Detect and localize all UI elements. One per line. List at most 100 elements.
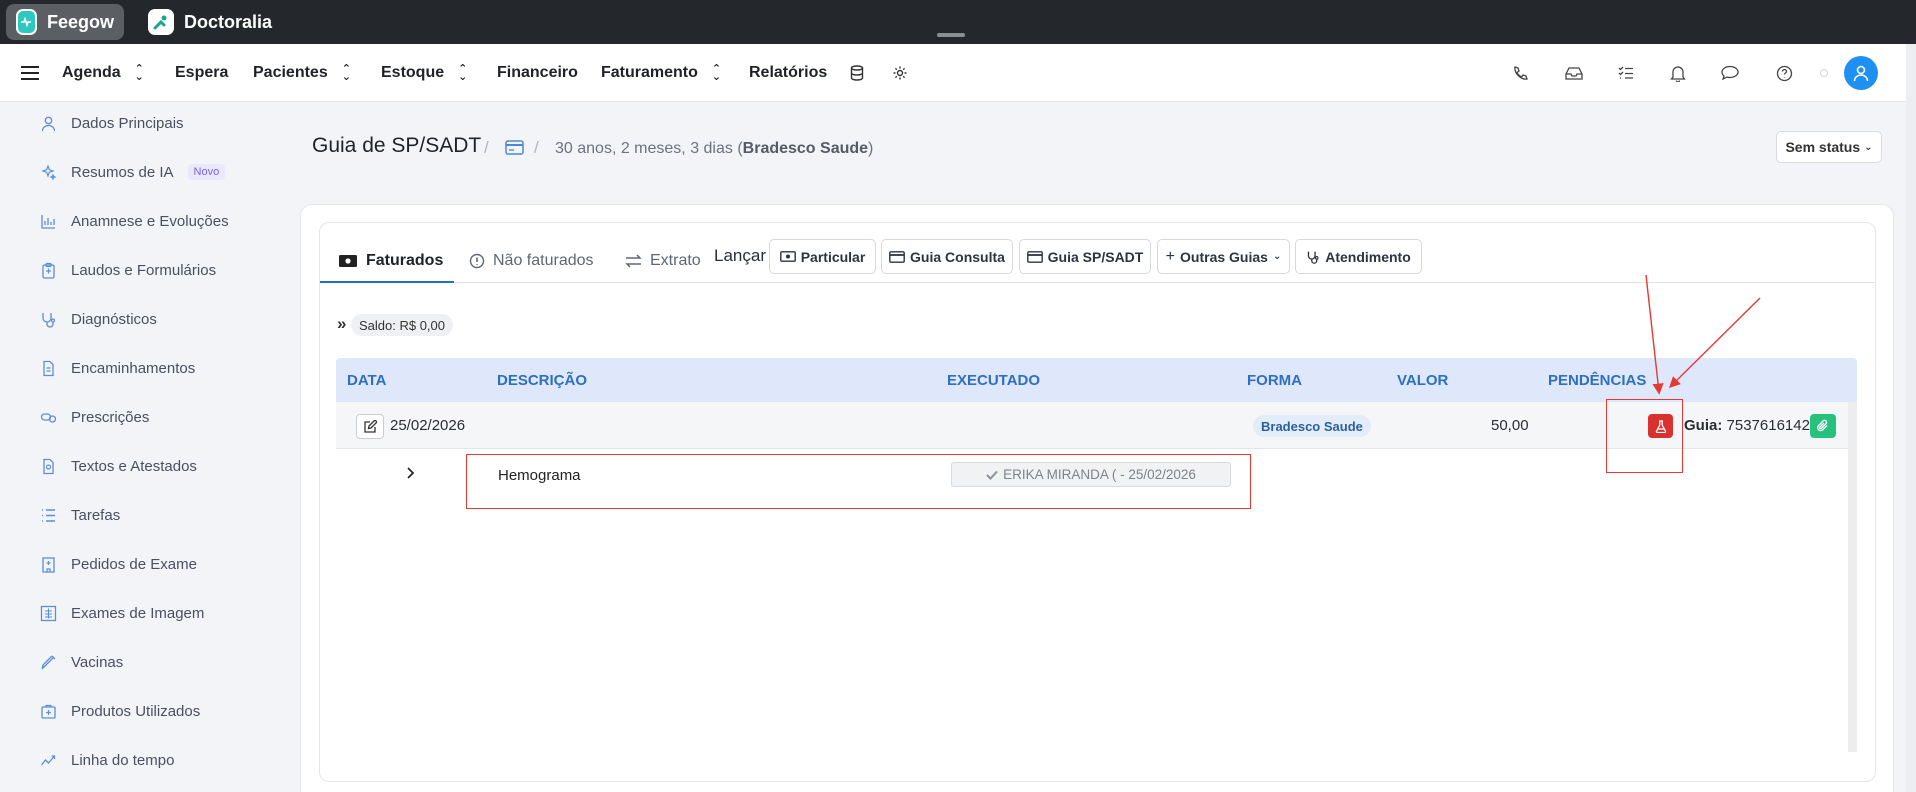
chevron-down-icon: ⌄ [1272,251,1282,262]
nav-relatorios[interactable]: Relatórios [749,44,827,102]
nav-relatorios-label: Relatórios [749,64,828,81]
sidebar-item-label: Produtos Utilizados [71,702,201,720]
user-icon [1853,65,1869,82]
bell-icon[interactable] [1666,61,1690,85]
sidebar-item-laudos[interactable]: Laudos e Formulários [40,256,216,284]
window-topbar: Feegow Doctoralia [0,0,1916,44]
user-avatar[interactable] [1844,56,1878,90]
new-badge: Novo [187,164,226,180]
hamburger-menu-icon[interactable] [18,61,42,85]
sidebar-item-label: Dados Principais [71,114,184,132]
transfer-icon [625,254,642,268]
sort-chevrons-icon: ⌃ ⌄ [458,63,468,83]
nav-faturamento-label: Faturamento [601,64,698,81]
page-title: Guia de SP/SADT [312,134,482,157]
sidebar-item-produtos[interactable]: Produtos Utilizados [40,697,200,725]
expand-saldo-toggle[interactable]: » [337,314,346,334]
outras-guias-dropdown[interactable]: + Outras Guias ⌄ [1157,239,1290,274]
sidebar-item-anamnese[interactable]: Anamnese e Evoluções [40,207,229,235]
sidebar-item-dados-principais[interactable]: Dados Principais [40,109,184,137]
sidebar-item-textos[interactable]: Textos e Atestados [40,452,197,480]
app-tab-label: Feegow [46,11,114,32]
table-scrollbar[interactable] [1848,402,1857,752]
sidebar-item-label: Resumos de IA [71,163,174,181]
expand-row-chevron-icon[interactable] [405,466,417,485]
sidebar-item-label: Encaminhamentos [71,359,196,377]
app-tab-feegow[interactable]: Feegow [6,4,124,40]
sidebar-item-linha-tempo[interactable]: Linha do tempo [40,746,174,774]
chat-icon[interactable] [1718,61,1742,85]
sidebar-item-prescricoes[interactable]: Prescrições [40,403,149,431]
column-header-data[interactable]: DATA [347,372,386,389]
sidebar-item-exames-imagem[interactable]: Exames de Imagem [40,599,204,627]
guia-info: Guia: 7537616142 [1684,417,1810,434]
nav-agenda[interactable]: Agenda ⌃ ⌄ [62,44,144,102]
clipboard-icon [42,262,55,279]
edit-button[interactable] [356,414,384,439]
annotation-box-procedure [466,454,1251,509]
tab-nao-faturados[interactable]: Não faturados [469,240,594,282]
inbox-icon[interactable] [1562,61,1586,85]
sort-chevrons-icon: ⌃ ⌄ [341,63,351,83]
atendimento-button[interactable]: Atendimento [1295,239,1422,274]
patient-age: 30 anos, 2 meses, 3 dias ( [555,140,743,157]
database-icon[interactable] [845,61,869,85]
patient-info-close: ) [868,140,874,157]
button-label: Guia Consulta [910,248,1005,265]
sidebar-item-resumos-ia[interactable]: Resumos de IA Novo [40,158,226,186]
tabs-divider [320,282,1875,283]
money-icon [779,251,796,262]
patient-sidebar: Dados Principais Resumos de IA Novo Anam… [0,102,298,792]
button-label: Atendimento [1325,248,1411,265]
app-tab-doctoralia[interactable]: Doctoralia [138,4,282,40]
stethoscope-icon [1308,251,1319,264]
hospital-icon [42,556,55,573]
tab-faturados[interactable]: Faturados [338,240,443,282]
breadcrumb-separator: / [484,138,489,157]
plus-icon: + [1165,247,1176,265]
sidebar-item-label: Prescrições [71,408,150,426]
sidebar-item-vacinas[interactable]: Vacinas [40,648,123,676]
guia-sp-sadt-button[interactable]: Guia SP/SADT [1019,239,1151,274]
column-header-pendencias[interactable]: PENDÊNCIAS [1548,372,1646,389]
breadcrumb-separator: / [534,138,539,157]
drag-handle[interactable] [937,33,965,37]
page-scrollbar[interactable] [1906,44,1916,792]
file-icon [43,360,54,376]
column-header-descricao[interactable]: DESCRIÇÃO [497,372,587,389]
column-header-valor[interactable]: VALOR [1397,372,1448,389]
sidebar-item-label: Exames de Imagem [71,604,205,622]
help-icon[interactable] [1772,61,1796,85]
attachment-button[interactable] [1810,414,1836,438]
nav-faturamento[interactable]: Faturamento ⌃ ⌄ [601,44,721,102]
edit-icon [364,419,377,433]
nav-estoque[interactable]: Estoque ⌃ ⌄ [381,44,467,102]
doctoralia-logo-icon [148,9,174,35]
credit-card-icon [889,250,905,263]
particular-button[interactable]: Particular [769,239,876,274]
tab-extrato[interactable]: Extrato [625,240,701,282]
gear-icon[interactable] [888,61,912,85]
sidebar-item-encaminhamentos[interactable]: Encaminhamentos [40,354,195,382]
nav-financeiro[interactable]: Financeiro [497,44,578,102]
nav-espera-label: Espera [175,64,229,81]
guia-consulta-button[interactable]: Guia Consulta [881,239,1013,274]
online-status-dot [1820,69,1828,77]
nav-pacientes[interactable]: Pacientes ⌃ ⌄ [253,44,351,102]
forma-badge: Bradesco Saude [1253,415,1371,437]
column-header-forma[interactable]: FORMA [1247,372,1302,389]
credit-card-icon[interactable] [505,140,524,160]
sidebar-item-pedidos-exame[interactable]: Pedidos de Exame [40,550,197,578]
column-header-executado[interactable]: EXECUTADO [947,372,1040,389]
sidebar-item-label: Textos e Atestados [71,457,197,475]
sidebar-item-tarefas[interactable]: Tarefas [40,501,120,529]
guia-label: Guia: [1684,417,1723,434]
stethoscope-icon [42,312,56,328]
status-dropdown[interactable]: Sem status ⌄ [1776,131,1882,163]
sidebar-item-diagnosticos[interactable]: Diagnósticos [40,305,157,333]
nav-espera[interactable]: Espera [175,44,228,102]
sidebar-item-label: Anamnese e Evoluções [71,212,229,230]
launch-label: Lançar [714,246,766,265]
phone-icon[interactable] [1508,61,1532,85]
checklist-icon[interactable] [1614,61,1638,85]
